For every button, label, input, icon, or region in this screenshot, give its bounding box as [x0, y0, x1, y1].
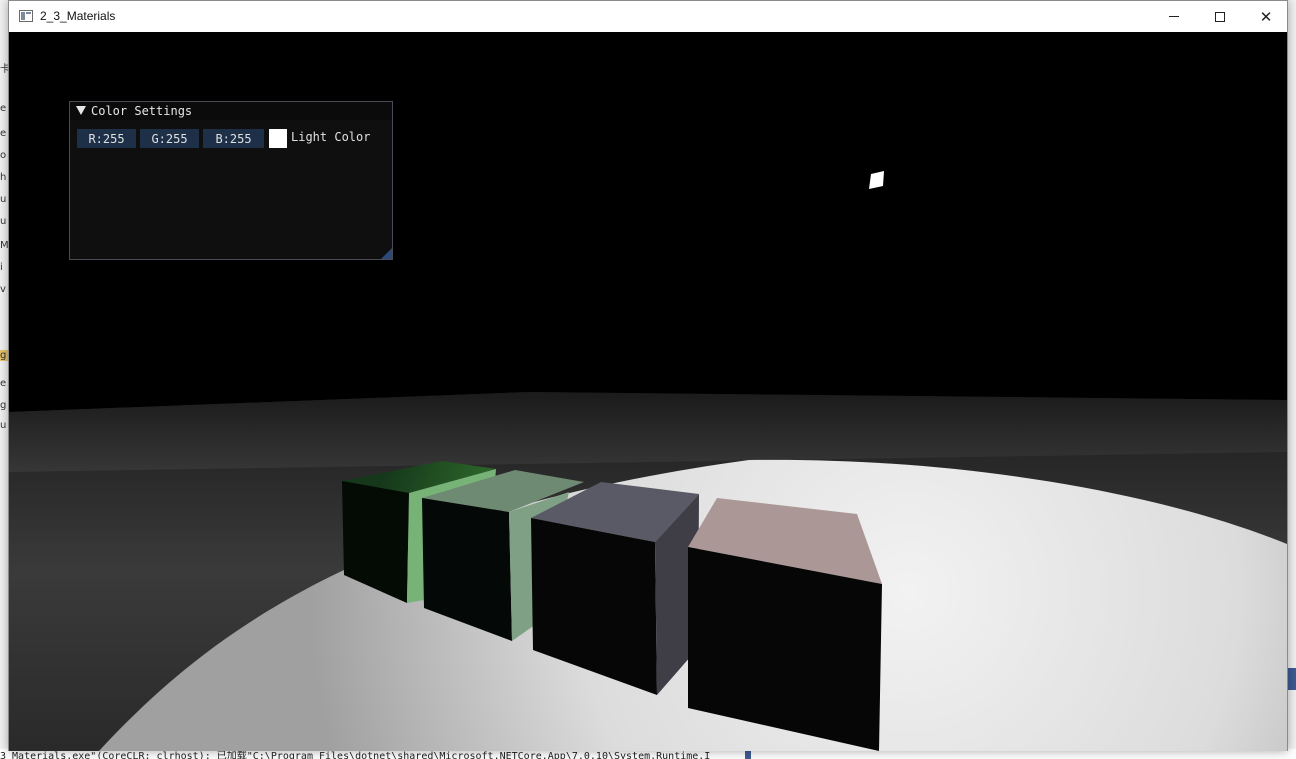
ide-fragment: i [0, 262, 3, 273]
ide-fragment-highlight: g [0, 350, 8, 361]
ide-fragment: M [0, 240, 8, 251]
panel-title: Color Settings [91, 104, 193, 118]
light-color-label: Light Color [291, 130, 371, 144]
ide-fragment: g [0, 400, 7, 411]
ide-fragment: e [0, 128, 7, 139]
maximize-icon [1215, 11, 1225, 22]
minimize-icon [1169, 16, 1179, 17]
ide-fragment: 卡 [0, 64, 8, 75]
window-title: 2_3_Materials [40, 9, 116, 23]
ide-fragment: e [0, 103, 7, 114]
ide-fragment: u [0, 216, 7, 227]
ide-panel-tab [1288, 668, 1296, 690]
close-icon: ✕ [1259, 7, 1273, 26]
app-window-icon [19, 10, 33, 22]
ide-fragment: o [0, 150, 7, 161]
title-bar[interactable]: 2_3_Materials ✕ [9, 1, 1287, 32]
maximize-button[interactable] [1197, 1, 1243, 32]
rose-cube [688, 498, 882, 751]
blue-channel-field[interactable]: B:255 [203, 129, 264, 148]
app-window: 2_3_Materials ✕ Color Settings R:255 G:2… [8, 0, 1288, 751]
collapse-arrow-icon[interactable] [76, 106, 86, 115]
resize-grip-icon[interactable] [381, 248, 392, 259]
light-source-cube [869, 171, 884, 189]
minimize-button[interactable] [1151, 1, 1197, 32]
background-ide-right-strip [1288, 0, 1296, 759]
green-channel-field[interactable]: G:255 [140, 129, 199, 148]
ide-fragment: e [0, 378, 7, 389]
color-swatch-button[interactable] [269, 129, 287, 148]
ide-fragment: u [0, 194, 7, 205]
close-button[interactable]: ✕ [1243, 1, 1289, 32]
ide-fragment: h [0, 172, 7, 183]
red-channel-field[interactable]: R:255 [77, 129, 136, 148]
ide-fragment: v [0, 284, 6, 295]
panel-title-bar[interactable]: Color Settings [70, 102, 392, 120]
render-viewport[interactable]: Color Settings R:255 G:255 B:255 Light C… [9, 32, 1287, 751]
background-ide-left-strip: 卡 e e o h u u M i v g e g u [0, 0, 8, 759]
color-settings-panel[interactable]: Color Settings R:255 G:255 B:255 Light C… [69, 101, 393, 260]
ide-fragment: u [0, 420, 7, 431]
